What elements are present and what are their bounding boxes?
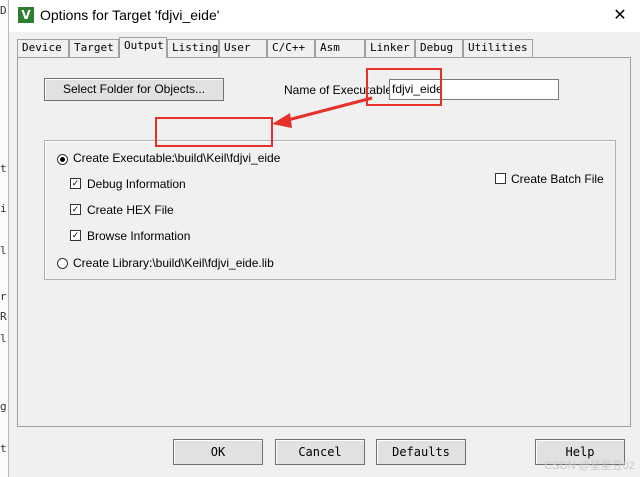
annotation-arrow-head <box>272 113 292 128</box>
annotation-arrow <box>272 96 373 128</box>
tab-output[interactable]: Output <box>119 37 167 58</box>
annotation-arrow-line <box>283 96 373 123</box>
